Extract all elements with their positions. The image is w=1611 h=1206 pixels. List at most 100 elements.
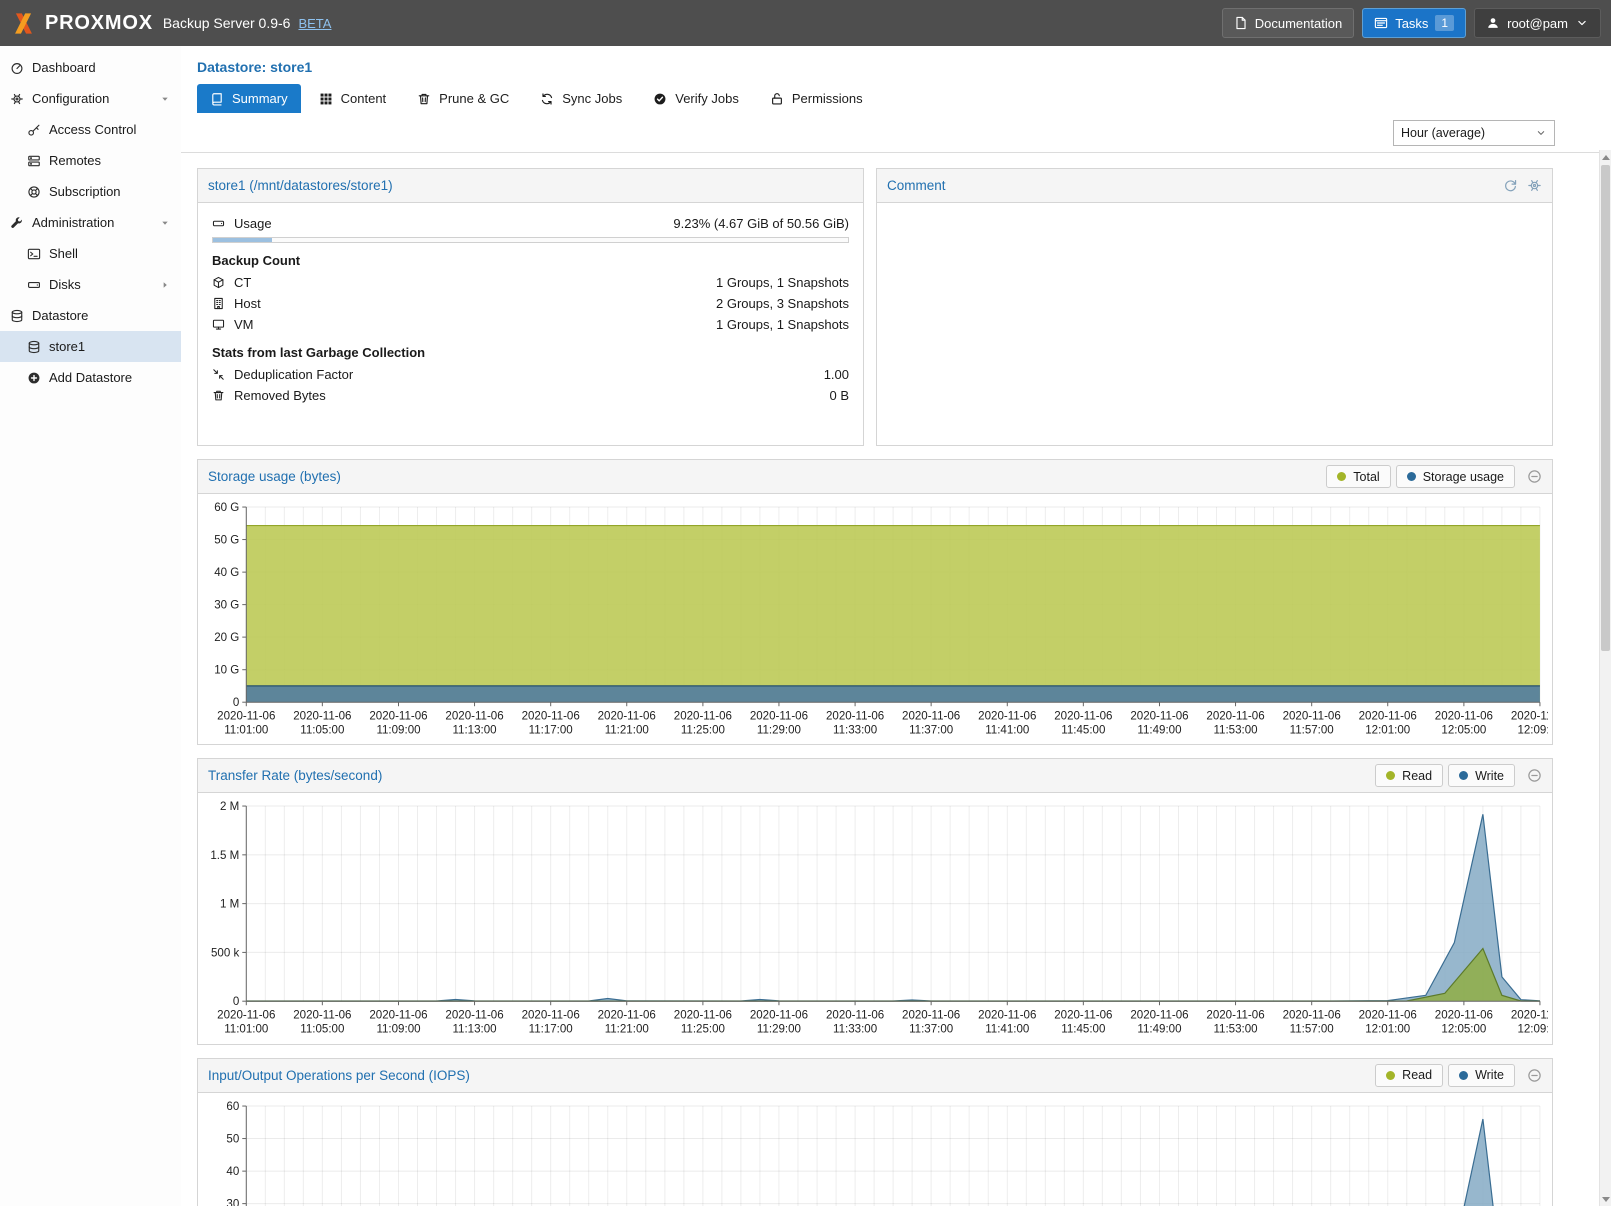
svg-text:2020-11-06: 2020-11-06 (978, 710, 1036, 722)
svg-text:12:01:00: 12:01:00 (1365, 724, 1410, 736)
svg-text:11:29:00: 11:29:00 (757, 724, 801, 736)
gear-icon[interactable] (1527, 178, 1542, 193)
legend-label: Read (1402, 769, 1432, 783)
chart-title: Input/Output Operations per Second (IOPS… (208, 1068, 470, 1083)
svg-text:11:41:00: 11:41:00 (985, 724, 1029, 736)
chevron-down-icon (1575, 16, 1589, 30)
user-label: root@pam (1507, 16, 1568, 31)
sidebar-item-remotes[interactable]: Remotes (0, 145, 181, 176)
legend-total[interactable]: Total (1326, 465, 1390, 488)
tasks-label: Tasks (1395, 16, 1428, 31)
tab-label: Verify Jobs (675, 91, 739, 106)
svg-text:11:37:00: 11:37:00 (909, 724, 953, 736)
legend-label: Write (1475, 769, 1504, 783)
sidebar-item-dashboard[interactable]: Dashboard (0, 52, 181, 83)
row-label: Host (234, 296, 261, 311)
svg-text:2020-11-06: 2020-11-06 (598, 1010, 656, 1022)
svg-text:12:09:00: 12:09:00 (1517, 724, 1548, 736)
backup-count-heading: Backup Count (212, 253, 849, 268)
top-bar: PROXMOX Backup Server 0.9-6 BETA Documen… (0, 0, 1611, 46)
chart-body: 010 G20 G30 G40 G50 G60 G2020-11-0611:01… (198, 494, 1552, 744)
collapse-icon[interactable] (1527, 768, 1542, 783)
gc-heading: Stats from last Garbage Collection (212, 345, 849, 360)
backup-count-rows: CT1 Groups, 1 SnapshotsHost2 Groups, 3 S… (212, 272, 849, 335)
user-menu-button[interactable]: root@pam (1474, 8, 1601, 38)
sidebar-item-disks[interactable]: Disks (0, 269, 181, 300)
svg-text:50: 50 (226, 1133, 239, 1145)
tab-permissions[interactable]: Permissions (757, 84, 876, 113)
storage-usage-bytes-panel: Storage usage (bytes) TotalStorage usage… (197, 459, 1553, 745)
legend-label: Total (1353, 470, 1379, 484)
tab-content[interactable]: Content (306, 84, 400, 113)
page-title: Datastore: store1 (181, 46, 1611, 82)
sidebar-item-datastore[interactable]: Datastore (0, 300, 181, 331)
svg-text:1.5 M: 1.5 M (210, 850, 239, 862)
tab-verify-jobs[interactable]: Verify Jobs (640, 84, 752, 113)
beta-link[interactable]: BETA (298, 16, 331, 31)
time-range-select[interactable]: Hour (average) (1393, 120, 1555, 146)
scroll-down-arrow[interactable] (1600, 1192, 1611, 1206)
svg-text:0: 0 (233, 697, 239, 709)
trash-icon (212, 389, 225, 402)
sidebar-item-access-control[interactable]: Access Control (0, 114, 181, 145)
summary-panel-header: store1 (/mnt/datastores/store1) (198, 169, 863, 203)
comment-panel-title: Comment (887, 178, 946, 193)
row-label: Removed Bytes (234, 388, 326, 403)
scroll-thumb[interactable] (1601, 165, 1610, 651)
chart-legend: Read Write (1375, 764, 1542, 787)
legend-read[interactable]: Read (1375, 1064, 1443, 1087)
sidebar-item-administration[interactable]: Administration (0, 207, 181, 238)
legend-label: Storage usage (1423, 470, 1504, 484)
svg-text:11:13:00: 11:13:00 (452, 1024, 496, 1036)
comment-body[interactable] (877, 203, 1552, 223)
svg-text:11:29:00: 11:29:00 (757, 1024, 801, 1036)
svg-text:60: 60 (226, 1101, 239, 1113)
tab-sync-jobs[interactable]: Sync Jobs (527, 84, 635, 113)
tab-summary[interactable]: Summary (197, 84, 301, 113)
sidebar-item-store1[interactable]: store1 (0, 331, 181, 362)
usage-label: Usage (234, 216, 272, 231)
row-label: VM (234, 317, 254, 332)
row-value: 0 B (829, 388, 849, 403)
svg-text:2020-11-06: 2020-11-06 (293, 1010, 351, 1022)
svg-text:11:21:00: 11:21:00 (605, 724, 649, 736)
legend-write[interactable]: Write (1448, 764, 1515, 787)
legend-read[interactable]: Read (1375, 764, 1443, 787)
svg-text:11:09:00: 11:09:00 (376, 724, 420, 736)
comment-panel: Comment (876, 168, 1553, 446)
usage-progress-fill (213, 238, 272, 242)
legend-write[interactable]: Write (1448, 1064, 1515, 1087)
scrollbar[interactable] (1599, 150, 1611, 1206)
caret-down-icon (159, 217, 171, 229)
sidebar-item-label: Add Datastore (49, 370, 171, 385)
sidebar-item-add-datastore[interactable]: Add Datastore (0, 362, 181, 393)
collapse-icon[interactable] (1527, 469, 1542, 484)
transfer-rate-bytes-second-panel: Transfer Rate (bytes/second) ReadWrite 0… (197, 758, 1553, 1044)
collapse-icon[interactable] (1527, 1068, 1542, 1083)
plus-circle-icon (27, 371, 41, 385)
legend-dot (1459, 771, 1468, 780)
unlock-icon (770, 92, 784, 106)
tasks-button[interactable]: Tasks 1 (1362, 8, 1466, 38)
documentation-button[interactable]: Documentation (1222, 8, 1354, 38)
sidebar-item-subscription[interactable]: Subscription (0, 176, 181, 207)
hdd-icon (212, 217, 225, 230)
svg-text:12:05:00: 12:05:00 (1441, 1024, 1486, 1036)
row-value: 1 Groups, 1 Snapshots (716, 275, 849, 290)
sidebar-item-configuration[interactable]: Configuration (0, 83, 181, 114)
scroll-up-arrow[interactable] (1600, 150, 1611, 164)
lifebuoy-icon (27, 185, 41, 199)
svg-text:2020-11-06: 2020-11-06 (1054, 710, 1112, 722)
svg-text:11:33:00: 11:33:00 (833, 1024, 877, 1036)
legend-storage-usage[interactable]: Storage usage (1396, 465, 1515, 488)
usage-row: Usage 9.23% (4.67 GiB of 50.56 GiB) (212, 213, 849, 234)
summary-row-host: Host 2 Groups, 3 Snapshots (212, 293, 849, 314)
grid-icon (319, 92, 333, 106)
refresh-icon[interactable] (1503, 178, 1518, 193)
sidebar-item-shell[interactable]: Shell (0, 238, 181, 269)
svg-text:2020-11-06: 2020-11-06 (978, 1010, 1036, 1022)
sidebar-item-label: Disks (49, 277, 151, 292)
tab-prune-gc[interactable]: Prune & GC (404, 84, 522, 113)
svg-text:40: 40 (226, 1166, 239, 1178)
row-value: 2 Groups, 3 Snapshots (716, 296, 849, 311)
